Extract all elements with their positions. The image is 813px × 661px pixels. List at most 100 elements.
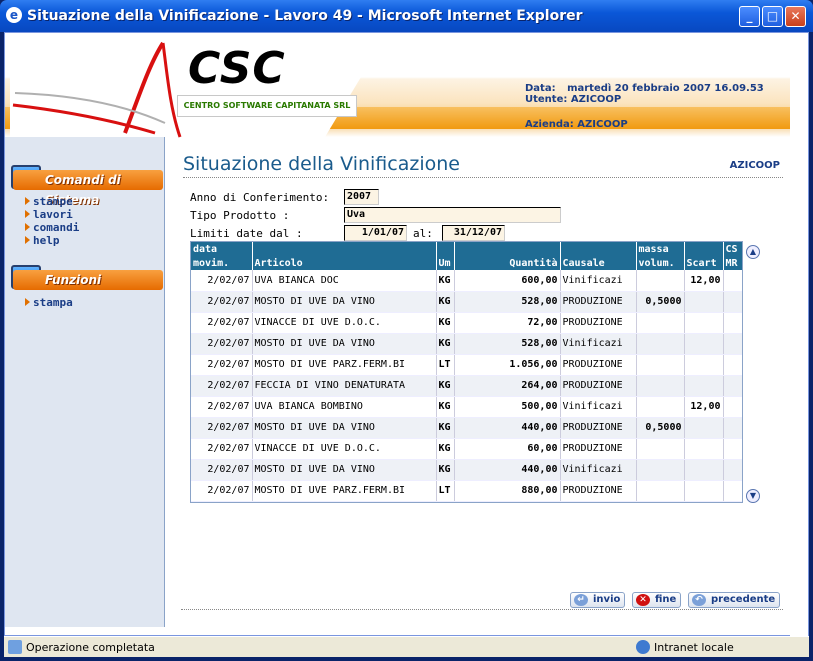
stop-x-icon: ✕ [636,594,650,606]
table-cell [684,375,724,397]
title-divider [183,177,783,178]
table-cell: 72,00 [454,312,561,334]
table-cell: PRODUZIONE [560,417,637,439]
fine-button[interactable]: ✕ fine [632,592,682,608]
column-header[interactable]: Articolo [252,256,437,270]
table-row[interactable]: 2/02/07 UVA BIANCA BOMBINO KG 500,00 Vinific… [191,396,742,418]
table-row[interactable]: 2/02/07 MOSTO DI UVE DA VINO KG 528,00 Vinif… [191,333,742,355]
azienda-value: AZICOOP [577,119,628,130]
table-cell: 880,00 [454,480,561,502]
table-cell: KG [436,333,455,355]
table-cell: MOSTO DI UVE DA VINO [252,417,437,439]
page-azienda: AZICOOP [729,160,780,171]
azienda-label: Azienda: [525,119,574,130]
table-row[interactable]: 2/02/07 VINACCE DI UVE D.O.C. KG 72,00 PRODU… [191,312,742,334]
page-frame: CSC CENTRO SOFTWARE CAPITANATA SRL Data:… [4,32,809,637]
table-cell [636,270,685,292]
table-row[interactable]: 2/02/07 VINACCE DI UVE D.O.C. KG 60,00 PRODU… [191,438,742,460]
table-cell: FECCIA DI VINO DENATURATA [252,375,437,397]
table-cell [684,354,724,376]
table-row[interactable]: 2/02/07 FECCIA DI VINO DENATURATA KG 264,00… [191,375,742,397]
table-cell [636,396,685,418]
column-header[interactable]: Causale [560,256,637,270]
scroll-down-icon[interactable]: ▼ [746,489,760,503]
table-cell [684,459,724,481]
table-cell [636,354,685,376]
table-cell: 500,00 [454,396,561,418]
header-top-cell: CS [723,242,742,256]
sidebar-link-stampe[interactable]: stampe [25,195,73,208]
al-field[interactable]: 31/12/07 [442,225,505,241]
column-header[interactable]: MR [723,256,742,270]
table-cell: MOSTO DI UVE DA VINO [252,459,437,481]
table-header-top: data massa CS [191,242,742,256]
table-cell [636,438,685,460]
table-cell: 0,5000 [636,291,685,313]
header-top-cell [560,242,637,256]
table-cell [684,291,724,313]
column-header[interactable]: Scart [684,256,724,270]
table-cell [723,270,742,292]
table-header: movim. Articolo Um Quantità Causale volum. Sca… [191,256,742,270]
sidebar-link-lavori[interactable]: lavori [25,208,73,221]
table-cell [723,375,742,397]
invio-button[interactable]: ↵ invio [570,592,626,608]
page-scrollbar[interactable] [790,33,808,637]
table-cell: KG [436,438,455,460]
table-cell [684,312,724,334]
table-cell [636,459,685,481]
sidebar-link-comandi[interactable]: comandi [25,221,79,234]
column-header[interactable]: volum. [636,256,685,270]
table-row[interactable]: 2/02/07 MOSTO DI UVE PARZ.FERM.BI LT 1.056,… [191,354,742,376]
minimize-button[interactable]: _ [739,6,760,27]
tipo-label: Tipo Prodotto : [190,209,290,222]
header-top-cell: massa [636,242,685,256]
tipo-field[interactable]: Uva [344,207,561,223]
table-cell: Vinificazi [560,396,637,418]
dal-field[interactable]: 1/01/07 [344,225,407,241]
table-cell: 2/02/07 [191,375,253,397]
header-azienda: Azienda: AZICOOP [525,119,628,130]
return-arrow-icon: ↵ [574,594,588,606]
vinificazione-table: data massa CS movim. Articolo Um Quantità Caus… [190,241,743,503]
table-row[interactable]: 2/02/07 MOSTO DI UVE DA VINO KG 528,00 PRODU… [191,291,742,313]
main-content: Situazione della Vinificazione AZICOOP A… [181,137,786,627]
table-cell: 528,00 [454,333,561,355]
table-row[interactable]: 2/02/07 UVA BIANCA DOC KG 600,00 Vinificazi 1… [191,270,742,292]
precedente-button[interactable]: ↶ precedente [688,592,781,608]
header-top-cell [454,242,561,256]
table-cell: 2/02/07 [191,354,253,376]
table-row[interactable]: 2/02/07 MOSTO DI UVE PARZ.FERM.BI LT 880,00… [191,480,742,502]
table-row[interactable]: 2/02/07 MOSTO DI UVE DA VINO KG 440,00 PRODU… [191,417,742,439]
precedente-label: precedente [711,594,776,605]
anno-label: Anno di Conferimento: [190,191,330,204]
close-button[interactable]: ✕ [785,6,806,27]
table-cell: 12,00 [684,396,724,418]
table-cell: 2/02/07 [191,417,253,439]
sidebar-link-stampa[interactable]: stampa [25,296,73,309]
table-cell [636,375,685,397]
table-cell: MOSTO DI UVE DA VINO [252,333,437,355]
title-bar[interactable]: e Situazione della Vinificazione - Lavor… [0,0,813,32]
column-header[interactable]: Quantità [454,256,561,270]
table-cell: KG [436,396,455,418]
table-cell: MOSTO DI UVE DA VINO [252,291,437,313]
scroll-up-icon[interactable]: ▲ [746,245,760,259]
table-cell: 1.056,00 [454,354,561,376]
table-cell: Vinificazi [560,270,637,292]
anno-field[interactable]: 2007 [344,189,379,205]
table-row[interactable]: 2/02/07 MOSTO DI UVE DA VINO KG 440,00 Vinif… [191,459,742,481]
table-cell: PRODUZIONE [560,480,637,502]
table-cell: PRODUZIONE [560,375,637,397]
table-cell: 12,00 [684,270,724,292]
table-cell: LT [436,354,455,376]
maximize-button[interactable]: □ [762,6,783,27]
table-cell [723,312,742,334]
table-cell: 440,00 [454,417,561,439]
column-header[interactable]: Um [436,256,455,270]
table-cell: 2/02/07 [191,396,253,418]
table-cell: 600,00 [454,270,561,292]
column-header[interactable]: movim. [191,256,253,270]
sidebar-link-help[interactable]: help [25,234,60,247]
table-cell [723,354,742,376]
